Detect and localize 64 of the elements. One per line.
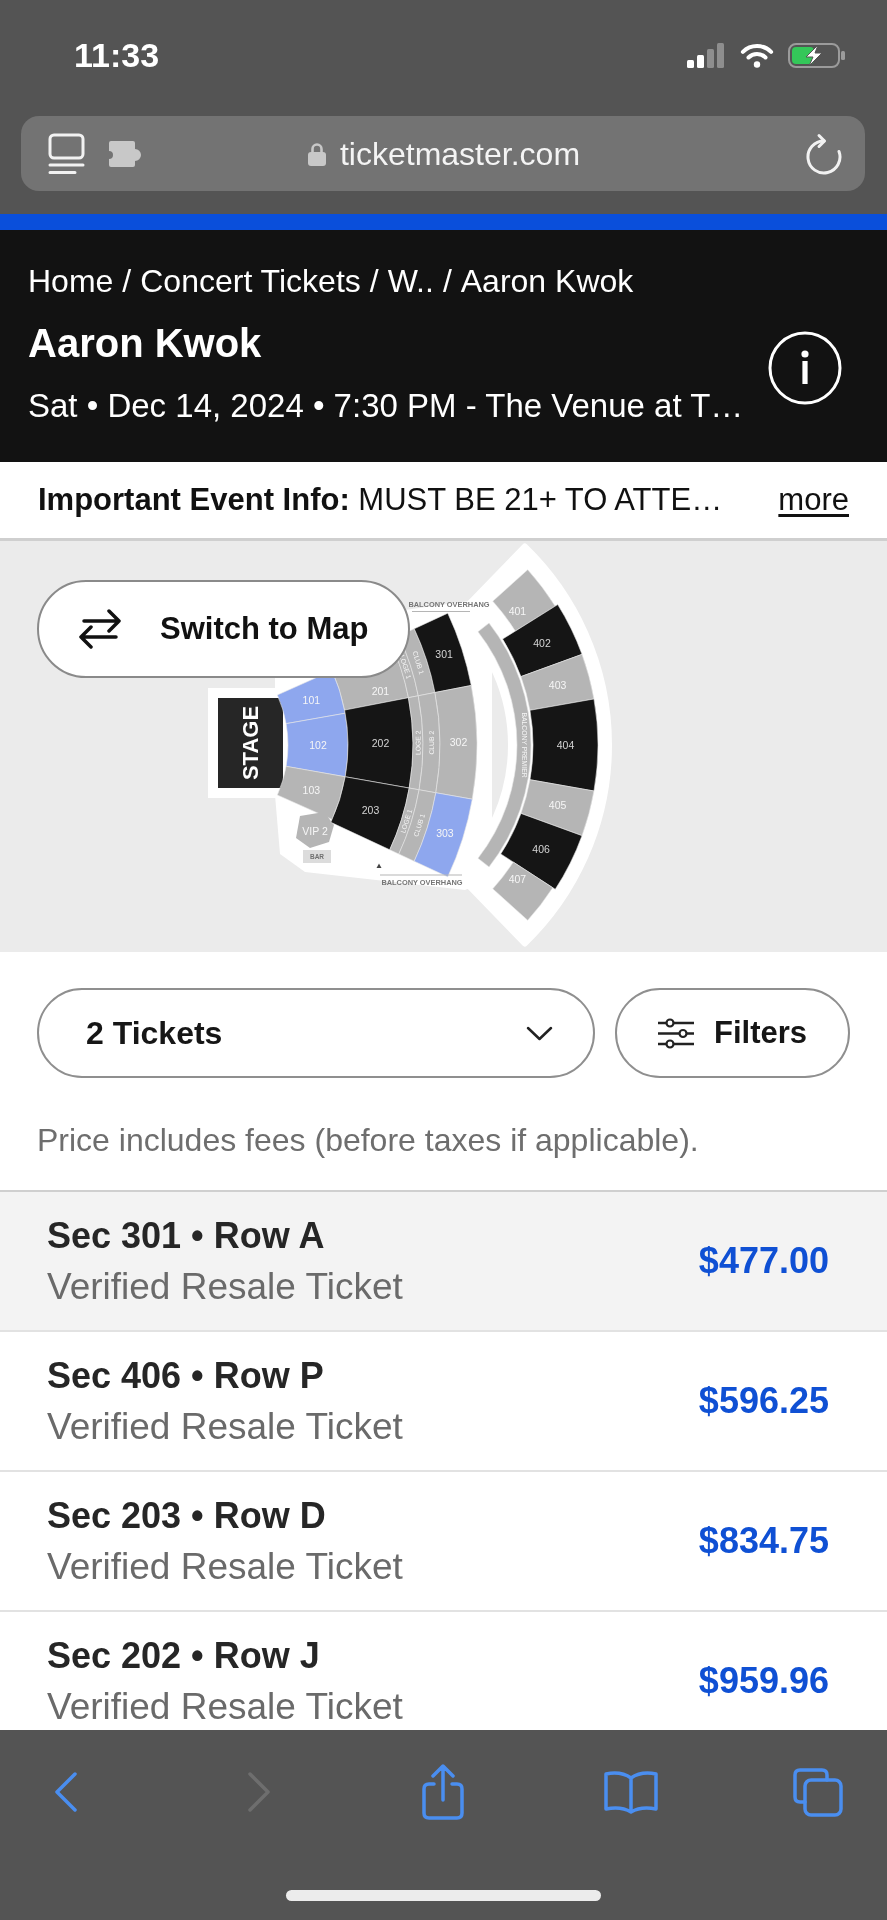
ticket-type: Verified Resale Ticket [47, 1547, 403, 1587]
seat-location: Sec 203 • Row D [47, 1495, 327, 1537]
ticket-price: $596.25 [698, 1380, 829, 1422]
wifi-icon [740, 42, 774, 68]
reload-icon[interactable] [805, 132, 843, 175]
price-note: Price includes fees (before taxes if applicable). [37, 1121, 700, 1159]
section-number: 402 [533, 637, 551, 650]
section-number: 407 [508, 873, 527, 885]
breadcrumb-link[interactable]: Home [28, 264, 114, 298]
seat-location: Sec 406 • Row P [47, 1355, 325, 1397]
ticket-price: $834.75 [698, 1520, 829, 1562]
section-number: 406 [532, 842, 550, 855]
address-bar[interactable]: ticketmaster.com [21, 116, 865, 191]
seat-location: Sec 202 • Row J [47, 1635, 321, 1677]
section-number: 102 [309, 739, 327, 751]
section-number: 401 [508, 605, 527, 617]
ticket-price: $477.00 [698, 1240, 829, 1282]
section-number: 203 [361, 803, 380, 816]
section-number: 303 [436, 827, 454, 840]
section-number: 302 [449, 736, 468, 749]
seat-location: Sec 301 • Row A [47, 1215, 326, 1257]
filters-button[interactable]: Filters [615, 988, 850, 1078]
puzzle-icon[interactable] [107, 138, 143, 169]
section-number: 403 [548, 678, 567, 691]
breadcrumb-separator: / [442, 264, 452, 298]
breadcrumb-separator: / [122, 264, 132, 298]
triangle-icon [376, 863, 382, 868]
tabs-icon[interactable] [792, 1766, 844, 1818]
breadcrumb-link[interactable]: Concert Tickets [140, 264, 361, 298]
overhang-line [411, 611, 471, 612]
stage-label: STAGE [238, 705, 263, 781]
signal-icon [687, 42, 726, 68]
url-text[interactable]: ticketmaster.com [339, 133, 581, 174]
chevron-down-icon [526, 1025, 553, 1041]
section-number: 201 [371, 685, 390, 698]
section-number: 301 [435, 648, 453, 661]
more-link[interactable]: more [778, 482, 849, 518]
section-number: 101 [302, 694, 321, 707]
lock-icon [307, 141, 326, 166]
breadcrumb-link[interactable]: W.. [387, 264, 434, 298]
swap-arrows-icon [77, 609, 123, 649]
back-icon[interactable] [52, 1771, 79, 1813]
ticket-quantity-dropdown[interactable]: 2 Tickets [37, 988, 595, 1078]
area-label: VIP 2 [302, 825, 328, 837]
section-number: 202 [371, 737, 390, 750]
ticket-type: Verified Resale Ticket [47, 1687, 403, 1727]
ticket-type: Verified Resale Ticket [47, 1267, 403, 1307]
listing-row[interactable]: Sec 301 • Row A Verified Resale Ticket $477.00 [0, 1192, 887, 1332]
book-icon[interactable] [603, 1770, 659, 1814]
share-icon[interactable] [420, 1764, 466, 1820]
event-date-venue: Sat • Dec 14, 2024 • 7:30 PM - The Venue at T… [28, 387, 744, 425]
breadcrumb-separator: / [369, 264, 379, 298]
ticket-price: $959.96 [698, 1660, 829, 1702]
event-info-text: Important Event Info: MUST BE 21+ TO ATTE… [38, 482, 723, 518]
sliders-icon [658, 1017, 694, 1049]
section-number: 405 [548, 799, 567, 812]
page-menu-icon[interactable] [48, 132, 85, 175]
breadcrumb-link[interactable]: Aaron Kwok [460, 264, 634, 298]
info-icon[interactable] [768, 331, 842, 405]
event-title: Aaron Kwok [28, 320, 263, 366]
section-number: 404 [556, 739, 575, 751]
status-time: 11:33 [74, 35, 160, 76]
ticket-type: Verified Resale Ticket [47, 1407, 403, 1447]
section-number: 103 [302, 783, 321, 796]
